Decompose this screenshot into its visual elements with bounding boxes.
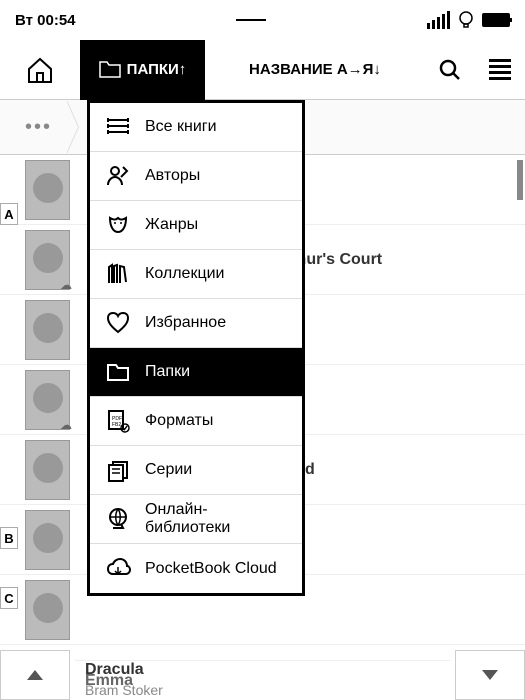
dd-formats[interactable]: PDFFB2Форматы — [90, 397, 302, 446]
bulb-icon[interactable] — [458, 10, 474, 30]
dd-online[interactable]: Онлайн-библиотеки — [90, 495, 302, 544]
battery-icon — [482, 13, 510, 27]
status-bar: Вт 00:54 — [0, 0, 525, 40]
menu-button[interactable] — [475, 59, 525, 80]
dd-cloud[interactable]: PocketBook Cloud — [90, 544, 302, 593]
dd-genres[interactable]: Жанры — [90, 201, 302, 250]
scrollbar[interactable] — [517, 160, 523, 200]
letter-C[interactable]: C — [0, 587, 18, 609]
dropdown-menu: Все книги Авторы Жанры Коллекции Избранн… — [87, 100, 305, 596]
letter-A[interactable]: A — [0, 203, 18, 225]
clock: Вт 00:54 — [15, 12, 76, 29]
page-down-button[interactable] — [455, 650, 525, 700]
dd-all-books[interactable]: Все книги — [90, 103, 302, 152]
page-up-button[interactable] — [0, 650, 70, 700]
dd-series[interactable]: Серии — [90, 446, 302, 495]
dd-authors[interactable]: Авторы — [90, 152, 302, 201]
folders-tab[interactable]: ПАПКИ↑ — [80, 40, 205, 100]
breadcrumb-dots[interactable]: ••• — [10, 116, 67, 139]
search-button[interactable] — [425, 58, 475, 82]
svg-text:FB2: FB2 — [112, 422, 121, 428]
dd-folders[interactable]: Папки — [90, 348, 302, 397]
dd-collections[interactable]: Коллекции — [90, 250, 302, 299]
letter-B[interactable]: B — [0, 527, 18, 549]
toolbar: ПАПКИ↑ НАЗВАНИЕ А→Я↓ — [0, 40, 525, 100]
signal-icon — [427, 11, 450, 29]
dd-favorites[interactable]: Избранное — [90, 299, 302, 348]
drag-handle[interactable] — [236, 19, 266, 21]
next-book[interactable]: Emma — [75, 660, 450, 700]
home-button[interactable] — [0, 55, 80, 85]
sort-button[interactable]: НАЗВАНИЕ А→Я↓ — [205, 61, 425, 78]
